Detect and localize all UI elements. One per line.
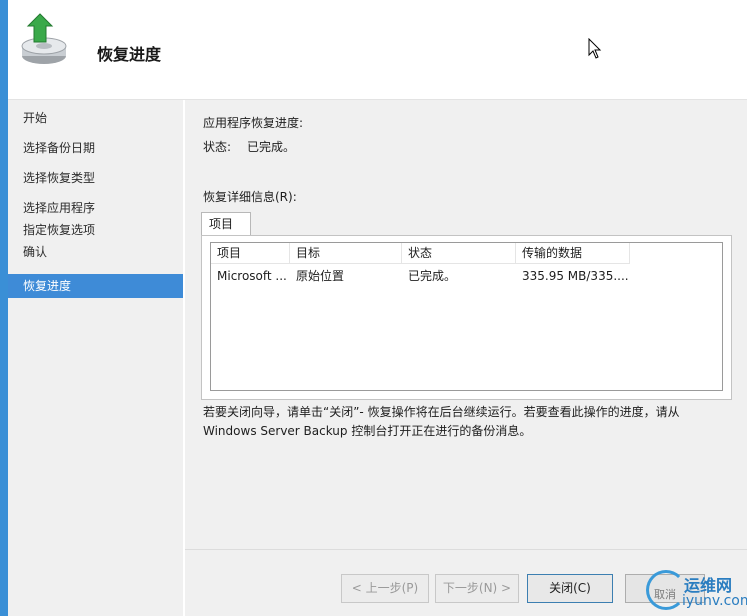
step-confirm[interactable]: 确认 xyxy=(8,240,183,264)
site-watermark: 取消 运维网 iyunv.com xyxy=(640,566,747,616)
step-recovery-progress[interactable]: 恢复进度 xyxy=(8,274,183,298)
info-line-1: 若要关闭向导，请单击“关闭”- 恢复操作将在后台继续运行。若要查看此操作的进度，… xyxy=(203,405,680,419)
tab-panel: 项目 目标 状态 传输的数据 Microsoft ... 原始位置 已完成。 3… xyxy=(201,235,732,400)
column-header-status[interactable]: 状态 xyxy=(402,243,516,264)
cell-item: Microsoft ... xyxy=(217,269,287,283)
status-label: 状态: xyxy=(203,140,232,154)
mouse-cursor-icon xyxy=(588,37,602,63)
close-info-text: 若要关闭向导，请单击“关闭”- 恢复操作将在后台继续运行。若要查看此操作的进度，… xyxy=(203,403,723,441)
tab-items[interactable]: 项目 xyxy=(201,212,251,236)
info-line-2: Windows Server Backup 控制台打开正在进行的备份消息。 xyxy=(203,424,532,438)
details-label: 恢复详细信息(R): xyxy=(203,190,297,204)
step-select-recovery-type[interactable]: 选择恢复类型 xyxy=(8,166,183,190)
cancel-button-label-overlay: 取消 xyxy=(654,588,676,601)
step-select-backup-date[interactable]: 选择备份日期 xyxy=(8,136,183,160)
close-button[interactable]: 关闭(C) xyxy=(527,574,613,603)
step-specify-recovery-options[interactable]: 指定恢复选项 xyxy=(8,218,183,242)
column-header-target[interactable]: 目标 xyxy=(290,243,402,264)
recovery-details-list[interactable]: 项目 目标 状态 传输的数据 Microsoft ... 原始位置 已完成。 3… xyxy=(210,242,723,391)
cell-data-transferred: 335.95 MB/335.... xyxy=(522,269,629,283)
previous-button[interactable]: < 上一步(P) xyxy=(341,574,429,603)
wizard-header: 恢复进度 xyxy=(8,0,747,100)
watermark-text-en: iyunv.com xyxy=(682,593,747,609)
wizard-main-panel: 应用程序恢复进度: 状态: 已完成。 恢复详细信息(R): 项目 项目 目标 状… xyxy=(185,100,747,616)
next-button[interactable]: 下一步(N) > xyxy=(435,574,519,603)
page-title: 恢复进度 xyxy=(97,45,162,64)
list-header: 项目 目标 状态 传输的数据 xyxy=(211,243,722,265)
column-header-item[interactable]: 项目 xyxy=(211,243,290,264)
progress-heading: 应用程序恢复进度: xyxy=(203,116,304,130)
button-bar-divider xyxy=(185,549,747,550)
status-value: 已完成。 xyxy=(247,140,296,154)
cell-status: 已完成。 xyxy=(408,269,457,283)
step-start[interactable]: 开始 xyxy=(8,106,183,130)
column-header-data-transferred[interactable]: 传输的数据 xyxy=(516,243,630,264)
window-left-border xyxy=(0,0,8,616)
wizard-steps-sidebar: 开始 选择备份日期 选择恢复类型 选择应用程序 指定恢复选项 确认 恢复进度 xyxy=(8,100,183,616)
backup-restore-icon xyxy=(16,12,76,72)
cell-target: 原始位置 xyxy=(296,269,345,283)
step-select-application[interactable]: 选择应用程序 xyxy=(8,196,183,220)
